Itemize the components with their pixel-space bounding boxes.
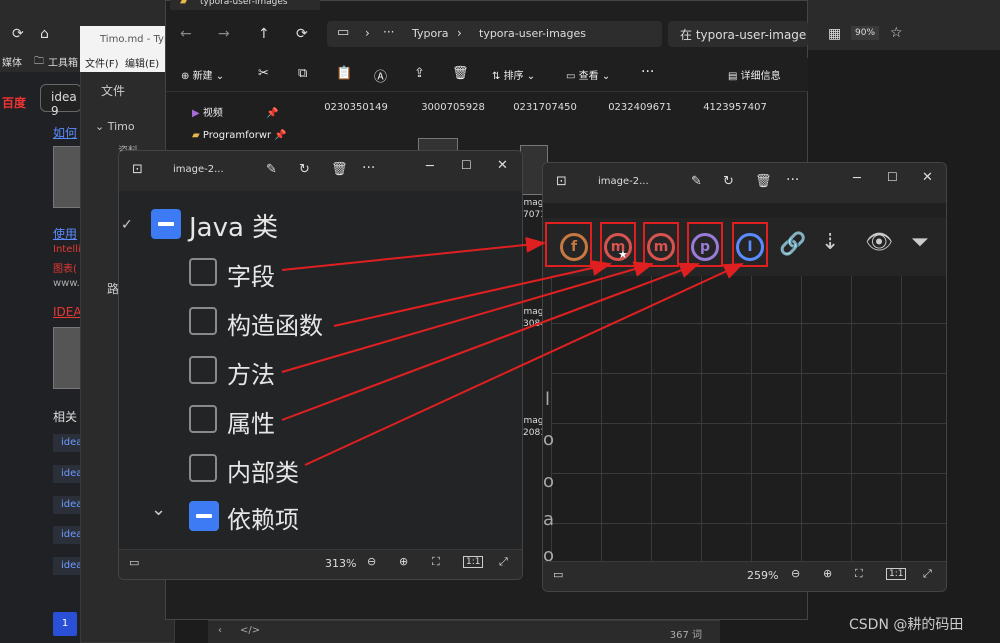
arrow-inner-classes: [304, 263, 744, 466]
watermark: CSDN @耕的码田: [849, 617, 964, 633]
arrow-properties: [281, 262, 700, 421]
annotation-arrows: [281, 236, 744, 466]
arrow-fields: [281, 236, 546, 271]
arrow-methods: [281, 261, 654, 373]
